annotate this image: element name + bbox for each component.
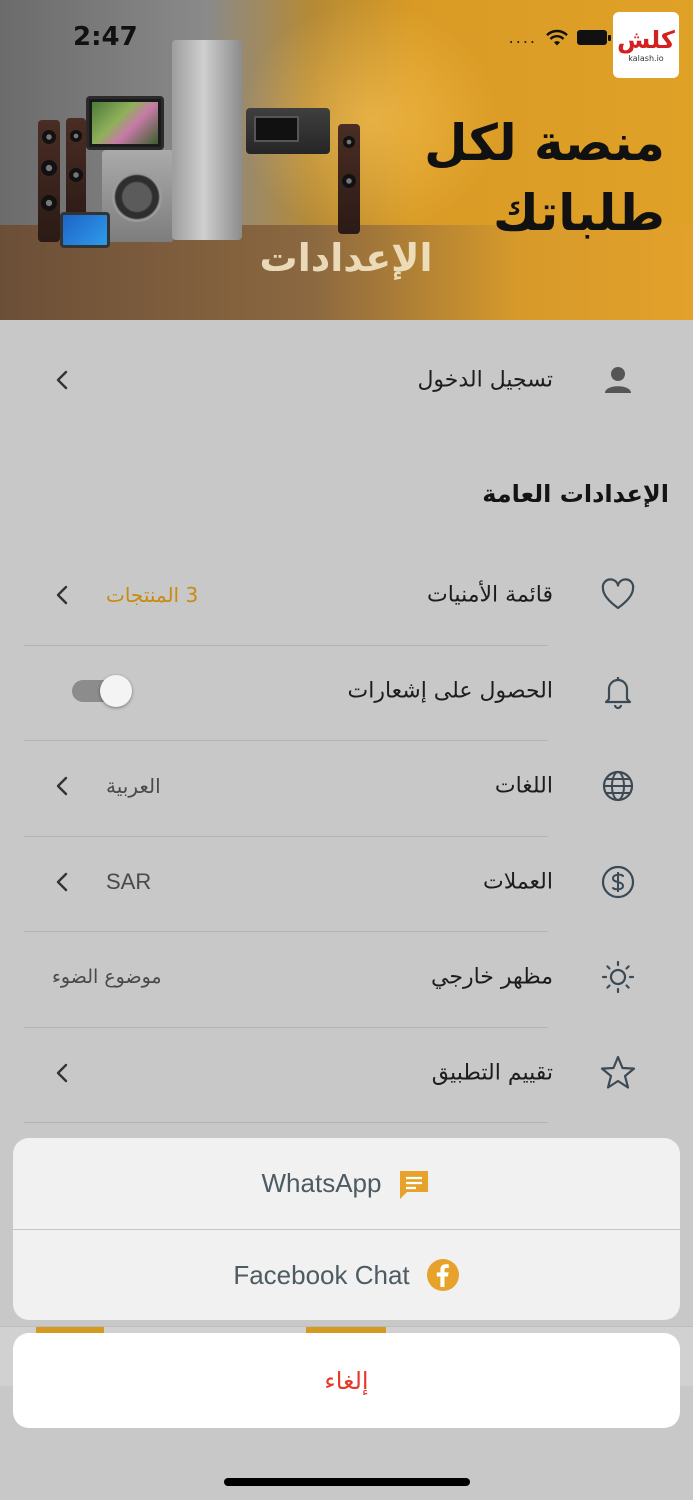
chevron-left-icon	[56, 872, 68, 892]
currencies-value: SAR	[106, 869, 152, 894]
speaker-left-image	[38, 120, 60, 242]
chevron-left-icon	[56, 585, 68, 605]
languages-label: اللغات	[494, 773, 553, 799]
cancel-button[interactable]: إلغاء	[13, 1333, 680, 1428]
cancel-label: إلغاء	[324, 1366, 369, 1395]
logo-mark: كلش	[617, 25, 675, 54]
currencies-label: العملات	[483, 869, 553, 895]
page-title: الإعدادات	[259, 236, 433, 280]
chevron-left-icon	[56, 1063, 68, 1083]
login-row[interactable]: تسجيل الدخول	[24, 332, 669, 428]
facebook-chat-label: Facebook Chat	[233, 1259, 410, 1290]
heart-icon	[601, 578, 635, 610]
section-title-general: الإعدادات العامة	[482, 480, 669, 508]
whatsapp-label: WhatsApp	[261, 1168, 382, 1198]
dollar-icon	[601, 865, 635, 899]
status-icons: ....	[508, 28, 611, 47]
home-indicator	[224, 1478, 470, 1486]
sun-icon	[601, 960, 635, 994]
notifications-label: الحصول على إشعارات	[347, 678, 554, 704]
contact-action-sheet: WhatsApp Facebook Chat	[13, 1138, 680, 1320]
hero-banner: 2:47 .... كلش kalash.io منصة لكل طلباتك …	[0, 0, 693, 320]
notifications-toggle[interactable]	[72, 675, 132, 707]
speaker-left2-image	[66, 118, 86, 226]
notifications-row: الحصول على إشعارات	[24, 643, 669, 739]
status-time: 2:47	[73, 22, 138, 52]
logo-domain: kalash.io	[628, 53, 664, 63]
laptop-image	[60, 212, 110, 248]
rate-app-label: تقييم التطبيق	[431, 1060, 553, 1086]
chevron-left-icon	[56, 370, 68, 390]
languages-row[interactable]: اللغات العربية	[24, 738, 669, 834]
washer-image	[102, 150, 174, 242]
chat-icon	[400, 1170, 429, 1199]
facebook-chat-option[interactable]: Facebook Chat	[13, 1229, 680, 1320]
languages-value: العربية	[106, 774, 161, 798]
appearance-label: مظهر خارجي	[431, 964, 553, 990]
currencies-row[interactable]: العملات SAR	[24, 834, 669, 930]
whatsapp-option[interactable]: WhatsApp	[13, 1138, 680, 1229]
facebook-icon	[426, 1259, 459, 1291]
chevron-left-icon	[56, 776, 68, 796]
tv-image	[86, 96, 164, 150]
speaker-right-image	[338, 124, 360, 234]
bell-icon	[604, 677, 632, 710]
toggle-knob	[100, 675, 132, 707]
wishlist-label: قائمة الأمنيات	[427, 582, 553, 608]
login-label: تسجيل الدخول	[417, 367, 553, 393]
divider	[24, 1122, 548, 1123]
star-icon	[600, 1055, 636, 1089]
wishlist-count: 3 المنتجات	[106, 583, 199, 607]
hero-tagline: منصة لكل طلباتك	[365, 108, 665, 248]
microwave-image	[246, 108, 330, 154]
tagline-line1: منصة لكل	[424, 114, 665, 172]
appearance-row[interactable]: مظهر خارجي موضوع الضوء	[24, 929, 669, 1025]
rate-app-row[interactable]: تقييم التطبيق	[24, 1025, 669, 1121]
wifi-icon	[546, 29, 568, 45]
battery-icon	[577, 30, 611, 45]
fridge-image	[172, 40, 242, 240]
person-icon	[605, 367, 631, 393]
globe-icon	[602, 770, 634, 802]
brand-logo: كلش kalash.io	[613, 12, 679, 78]
wishlist-row[interactable]: قائمة الأمنيات 3 المنتجات	[24, 547, 669, 643]
signal-icon: ....	[508, 28, 537, 47]
appearance-value: موضوع الضوء	[52, 966, 162, 988]
